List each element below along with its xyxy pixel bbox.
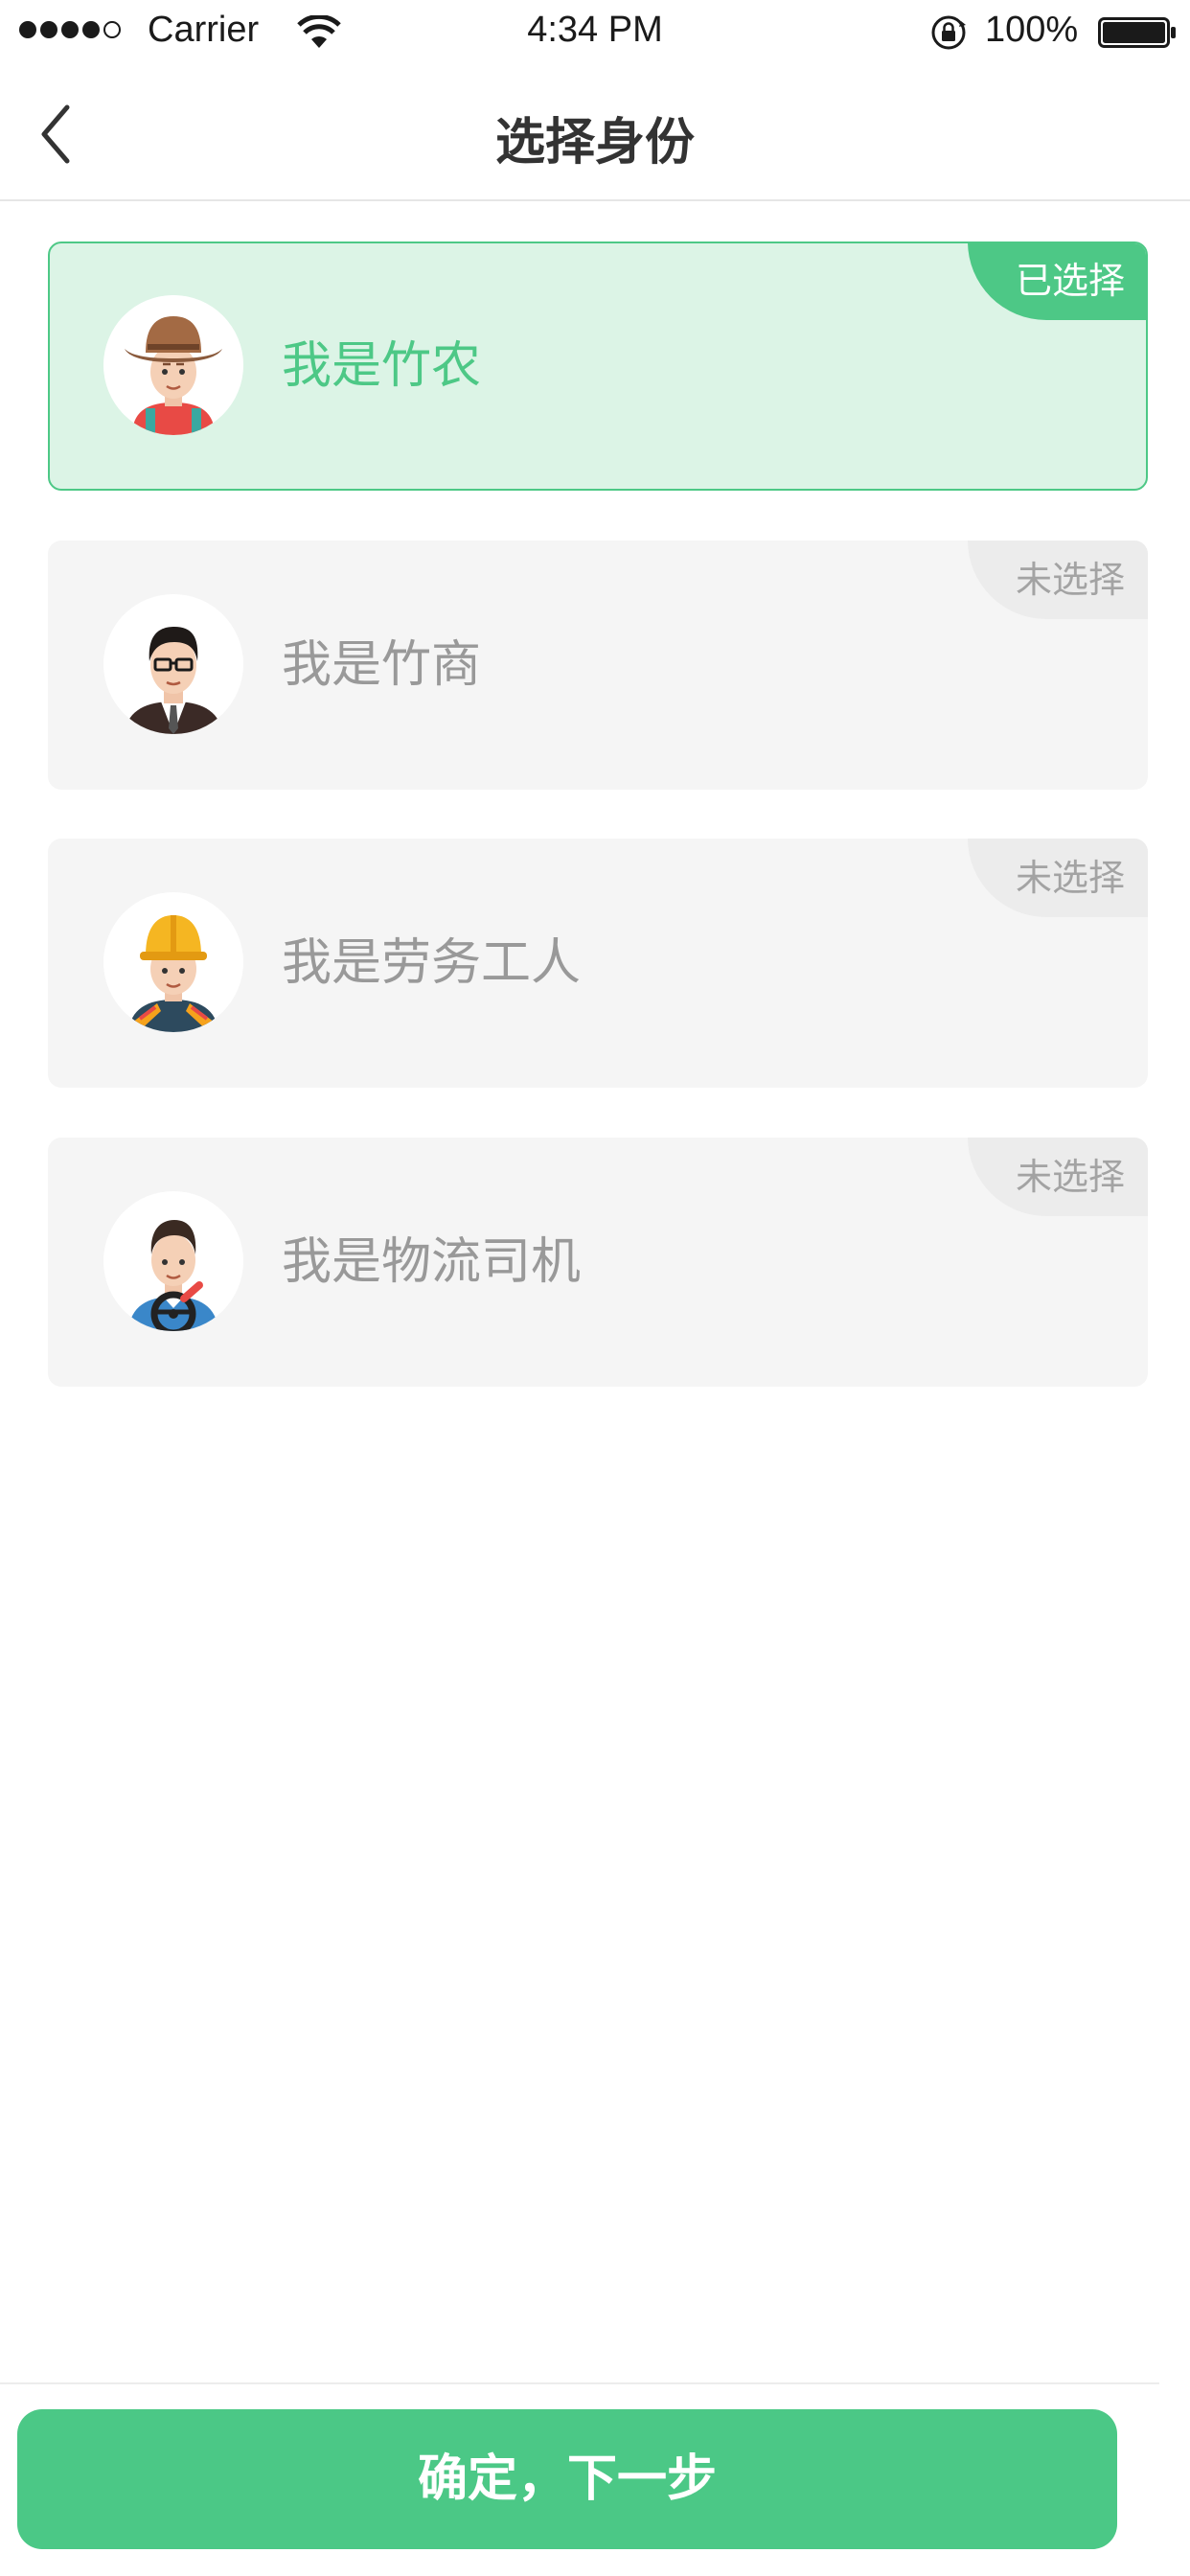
battery-icon — [1098, 17, 1176, 48]
identity-label: 我是竹商 — [282, 636, 482, 694]
selected-badge: 已选择 — [968, 243, 1146, 320]
businessman-avatar — [103, 594, 243, 734]
page-title: 选择身份 — [494, 114, 695, 172]
rotation-lock-icon — [931, 15, 966, 50]
identity-card-driver[interactable]: 未选择 我是物流司机 — [48, 1138, 1148, 1387]
farmer-avatar — [103, 295, 243, 435]
unselected-badge: 未选择 — [968, 839, 1148, 917]
identity-label: 我是竹农 — [282, 337, 482, 395]
battery-percentage: 100% — [985, 10, 1079, 50]
identity-card-farmer[interactable]: 已选择 我是竹农 — [48, 242, 1148, 491]
bottom-divider — [0, 2382, 1159, 2384]
identity-label: 我是劳务工人 — [282, 934, 582, 992]
identity-card-merchant[interactable]: 未选择 我是竹商 — [48, 540, 1148, 790]
unselected-badge: 未选择 — [968, 540, 1148, 619]
navigation-bar: 选择身份 — [0, 65, 1190, 201]
unselected-badge: 未选择 — [968, 1138, 1148, 1216]
status-bar: Carrier 4:34 PM 100% — [0, 0, 1190, 65]
worker-avatar — [103, 892, 243, 1032]
identity-card-laborer[interactable]: 未选择 我是劳务工人 — [48, 839, 1148, 1088]
identity-label: 我是物流司机 — [282, 1233, 582, 1291]
confirm-next-button[interactable]: 确定，下一步 — [17, 2409, 1117, 2549]
driver-avatar — [103, 1191, 243, 1331]
